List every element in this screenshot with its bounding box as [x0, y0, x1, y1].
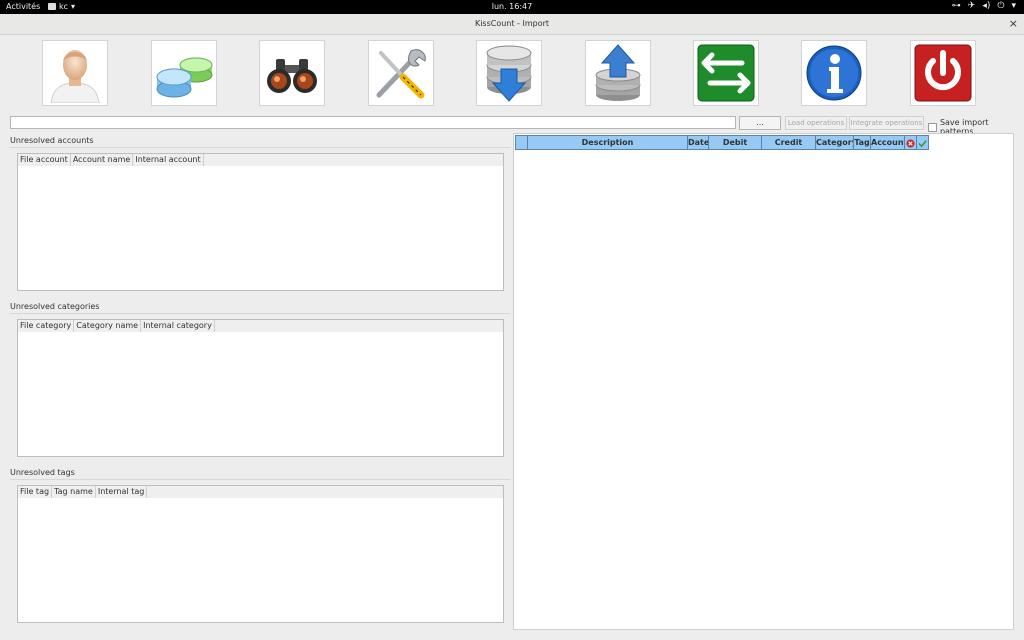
clock[interactable]: lun. 16:47	[0, 2, 1024, 11]
window-title: KissCount - Import	[474, 19, 550, 28]
table-header: File account Account name Internal accou…	[18, 154, 503, 166]
user-icon	[50, 50, 100, 103]
column-header[interactable]: File category	[18, 320, 75, 332]
column-header[interactable]: Category name	[74, 320, 142, 332]
table-header: File tag Tag name Internal tag	[18, 486, 503, 498]
search-button[interactable]	[259, 40, 325, 106]
unresolved-accounts-title: Unresolved accounts	[10, 136, 94, 145]
search-binoculars-icon	[267, 59, 317, 93]
column-header-checked[interactable]	[917, 135, 929, 150]
transfer-button[interactable]	[693, 40, 759, 106]
system-tray[interactable]: ⊶ ✈ ◂) ⏻ ▾	[952, 1, 1016, 11]
window-titlebar: KissCount - Import ×	[0, 14, 1024, 35]
load-operations-button[interactable]: Load operations	[785, 116, 847, 130]
section-divider	[10, 479, 510, 480]
section-divider	[10, 313, 510, 314]
import-file-path-input[interactable]	[10, 116, 736, 129]
column-header-account[interactable]: Account	[871, 135, 905, 150]
top-bar: Activités kc ▾ lun. 16:47 ⊶ ✈ ◂) ⏻ ▾	[0, 0, 1024, 14]
chevron-down-icon: ▾	[71, 2, 76, 11]
column-header-category[interactable]: Category	[816, 135, 854, 150]
preferences-button[interactable]	[368, 40, 434, 106]
about-button[interactable]	[801, 40, 867, 106]
column-header[interactable]: Internal tag	[96, 486, 148, 498]
checkbox-box[interactable]	[928, 122, 937, 132]
integrate-operations-button[interactable]: Integrate operations	[849, 116, 924, 130]
power-icon[interactable]: ⏻	[997, 1, 1004, 11]
table-header: File category Category name Internal cat…	[18, 320, 503, 332]
unresolved-categories-table[interactable]: File category Category name Internal cat…	[17, 319, 504, 457]
delete-icon	[906, 139, 915, 148]
quit-power-icon	[914, 44, 972, 102]
unresolved-tags-title: Unresolved tags	[10, 468, 75, 477]
column-header[interactable]: Account name	[71, 154, 134, 166]
column-header[interactable]: Internal category	[141, 320, 215, 332]
column-header[interactable]: Tag name	[52, 486, 96, 498]
unresolved-tags-table[interactable]: File tag Tag name Internal tag	[17, 485, 504, 623]
unresolved-categories-title: Unresolved categories	[10, 302, 100, 311]
chevron-down-icon[interactable]: ▾	[1011, 1, 1016, 11]
column-header-description[interactable]: Description	[528, 135, 688, 150]
column-header-debit[interactable]: Debit	[709, 135, 762, 150]
app-window-icon	[48, 3, 56, 10]
quit-button[interactable]	[910, 40, 976, 106]
import-database-icon	[486, 45, 532, 102]
airplane-icon[interactable]: ✈	[968, 1, 976, 11]
app-menu[interactable]: kc ▾	[48, 2, 75, 11]
import-file-row: ... Load operations Integrate operations…	[0, 114, 1024, 136]
accounts-icon	[156, 57, 213, 98]
column-header-date[interactable]: Date	[688, 135, 709, 150]
column-header[interactable]: File tag	[18, 486, 53, 498]
column-header-tag[interactable]: Tag	[854, 135, 871, 150]
column-header-credit[interactable]: Credit	[762, 135, 816, 150]
export-button[interactable]	[585, 40, 651, 106]
volume-icon[interactable]: ◂)	[982, 1, 990, 11]
browse-button[interactable]: ...	[739, 116, 781, 130]
accounts-button[interactable]	[151, 40, 217, 106]
info-icon	[806, 45, 862, 101]
activities-button[interactable]: Activités	[6, 2, 40, 11]
transfer-arrows-icon	[697, 44, 755, 102]
main-toolbar	[0, 36, 1024, 112]
check-icon	[918, 140, 927, 148]
app-menu-label: kc	[59, 2, 69, 11]
operations-grid[interactable]: Description Date Debit Credit Category T…	[513, 133, 1014, 630]
export-database-icon	[595, 44, 641, 101]
operations-grid-header: Description Date Debit Credit Category T…	[515, 135, 929, 150]
unresolved-accounts-table[interactable]: File account Account name Internal accou…	[17, 153, 504, 291]
user-button[interactable]	[42, 40, 108, 106]
column-header[interactable]: File account	[18, 154, 71, 166]
preferences-tools-icon	[376, 49, 426, 99]
network-icon[interactable]: ⊶	[952, 1, 961, 11]
import-button[interactable]	[476, 40, 542, 106]
column-header[interactable]: Internal account	[133, 154, 204, 166]
column-header-delete[interactable]	[905, 135, 917, 150]
column-header-select[interactable]	[515, 135, 528, 150]
close-window-button[interactable]: ×	[1009, 17, 1018, 30]
section-divider	[10, 147, 510, 148]
